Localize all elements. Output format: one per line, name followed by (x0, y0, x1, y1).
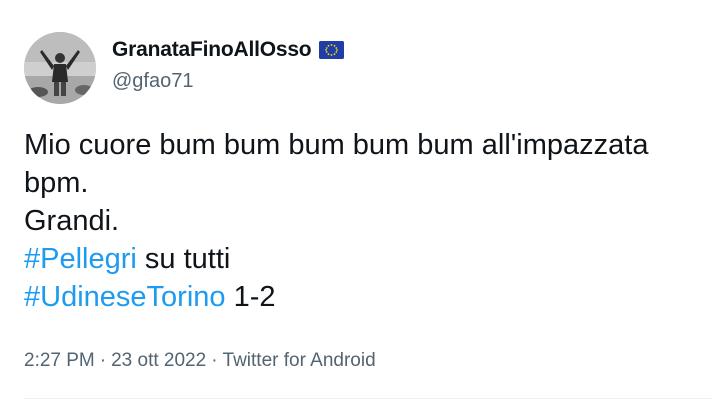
hashtag-link-udinesetorino[interactable]: #UdineseTorino (24, 281, 226, 313)
hashtag-link-pellegri[interactable]: #Pellegri (24, 243, 137, 275)
eu-flag-icon (319, 41, 345, 59)
avatar[interactable] (24, 32, 96, 104)
divider (24, 398, 712, 399)
user-handle[interactable]: @gfao71 (112, 70, 193, 93)
tweet-source[interactable]: Twitter for Android (223, 350, 376, 372)
tweet-line-5-text: 1-2 (225, 281, 276, 313)
display-name[interactable]: GranataFinoAllOsso (112, 38, 312, 62)
meta-separator: · (99, 350, 107, 371)
tweet-time[interactable]: 2:27 PM (24, 350, 95, 372)
tweet-line-4: #Pellegri su tutti (24, 240, 712, 278)
tweet-line-2: bpm. (24, 167, 89, 199)
tweet-date[interactable]: 23 ott 2022 (111, 350, 206, 372)
tweet-text: Mio cuore bum bum bum bum bum all'impazz… (24, 126, 712, 316)
tweet-line-5: #UdineseTorino 1-2 (24, 278, 712, 316)
tweet-line-1: Mio cuore bum bum bum bum bum all'impazz… (24, 129, 649, 161)
tweet-line-3: Grandi. (24, 205, 120, 237)
tweet-line-4-text: su tutti (136, 243, 231, 275)
meta-separator: · (211, 350, 218, 371)
author-name-row[interactable]: GranataFinoAllOsso (112, 38, 345, 62)
tweet-meta: 2:27 PM · 23 ott 2022 · Twitter for Andr… (24, 350, 376, 372)
avatar-photo (24, 32, 96, 104)
